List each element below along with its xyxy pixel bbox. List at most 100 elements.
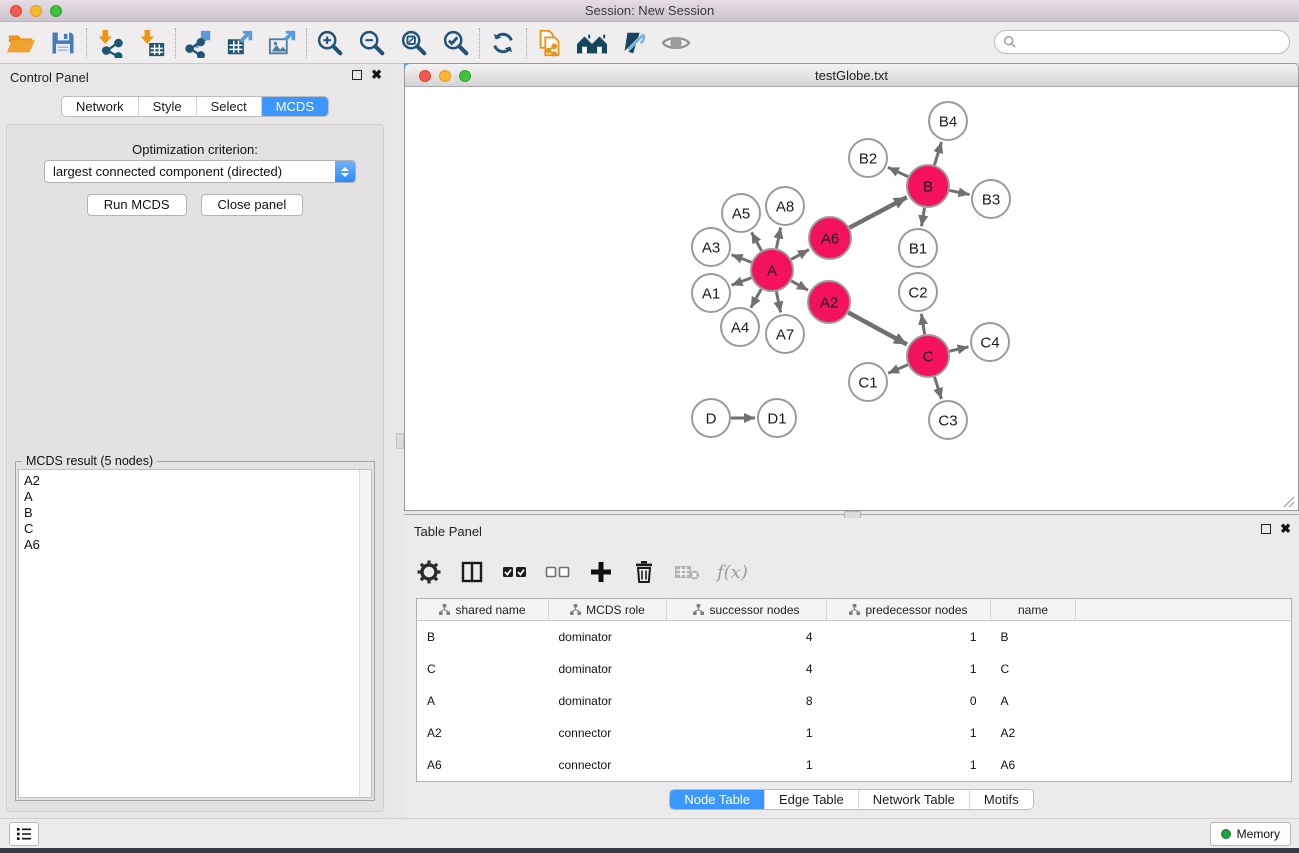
close-panel-button[interactable]: Close panel bbox=[201, 194, 304, 216]
column-header-shared-name[interactable]: shared name bbox=[417, 599, 549, 621]
table-cell[interactable]: A2 bbox=[991, 717, 1076, 749]
zoom-in-icon[interactable] bbox=[309, 25, 351, 61]
search-field[interactable] bbox=[994, 30, 1290, 54]
table-row[interactable]: A2connector11A2 bbox=[417, 717, 1292, 749]
tab-network-table[interactable]: Network Table bbox=[858, 790, 969, 809]
table-cell[interactable]: 4 bbox=[667, 621, 827, 653]
mcds-result-item[interactable]: C bbox=[24, 521, 371, 537]
node-A3[interactable]: A3 bbox=[692, 228, 730, 266]
import-network-icon[interactable] bbox=[89, 25, 131, 61]
node-B2[interactable]: B2 bbox=[849, 139, 887, 177]
zoom-out-icon[interactable] bbox=[351, 25, 393, 61]
column-visibility-icon[interactable] bbox=[459, 559, 485, 585]
memory-button[interactable]: Memory bbox=[1210, 822, 1291, 846]
table-cell[interactable]: A bbox=[991, 685, 1076, 717]
node-C[interactable]: C bbox=[907, 335, 949, 377]
select-all-rows-icon[interactable] bbox=[502, 559, 528, 585]
column-header-successor-nodes[interactable]: successor nodes bbox=[667, 599, 827, 621]
home-neighborhood-icon[interactable] bbox=[571, 25, 613, 61]
list-scrollbar[interactable] bbox=[359, 470, 371, 797]
edge-A-A8[interactable] bbox=[776, 228, 780, 249]
network-graph[interactable]: B4B2BB3A5A8A6A3B1AA1C2A2A4A7C4CC1C3DD1 bbox=[406, 88, 1297, 510]
edge-B-B2[interactable] bbox=[888, 167, 908, 176]
edge-A6-B[interactable] bbox=[849, 197, 906, 227]
criterion-dropdown[interactable]: largest connected component (directed) bbox=[44, 160, 356, 183]
node-A[interactable]: A bbox=[751, 249, 793, 291]
node-D[interactable]: D bbox=[692, 399, 730, 437]
table-cell[interactable]: 8 bbox=[667, 685, 827, 717]
settings-gear-icon[interactable] bbox=[416, 559, 442, 585]
node-D1[interactable]: D1 bbox=[758, 399, 796, 437]
edge-B-B3[interactable] bbox=[950, 190, 970, 194]
table-cell[interactable]: 1 bbox=[827, 749, 991, 781]
edge-A-A1[interactable] bbox=[732, 278, 752, 285]
table-cell[interactable]: A6 bbox=[991, 749, 1076, 781]
table-cell[interactable]: 1 bbox=[667, 717, 827, 749]
network-close-button[interactable] bbox=[419, 70, 431, 82]
mcds-result-item[interactable]: A bbox=[24, 489, 371, 505]
edge-C-C4[interactable] bbox=[949, 347, 968, 351]
node-A4[interactable]: A4 bbox=[721, 308, 759, 346]
node-A1[interactable]: A1 bbox=[692, 274, 730, 312]
node-A7[interactable]: A7 bbox=[766, 315, 804, 353]
edge-B-B4[interactable] bbox=[934, 142, 941, 165]
table-cell[interactable]: A2 bbox=[417, 717, 549, 749]
delete-table-icon[interactable] bbox=[674, 559, 700, 585]
export-image-icon[interactable] bbox=[262, 25, 304, 61]
table-cell[interactable]: B bbox=[991, 621, 1076, 653]
tab-select[interactable]: Select bbox=[196, 97, 261, 116]
node-B[interactable]: B bbox=[907, 165, 949, 207]
table-cell[interactable]: 1 bbox=[827, 653, 991, 685]
edge-C-C2[interactable] bbox=[921, 314, 924, 335]
table-cell[interactable]: C bbox=[991, 653, 1076, 685]
vertical-divider-handle[interactable] bbox=[396, 433, 404, 449]
tab-network[interactable]: Network bbox=[62, 97, 138, 116]
zoom-selected-icon[interactable] bbox=[435, 25, 477, 61]
table-row[interactable]: A6connector11A6 bbox=[417, 749, 1292, 781]
table-cell[interactable]: A6 bbox=[417, 749, 549, 781]
node-C2[interactable]: C2 bbox=[899, 273, 937, 311]
column-header-mcds-role[interactable]: MCDS role bbox=[549, 599, 667, 621]
tab-mcds[interactable]: MCDS bbox=[261, 97, 328, 116]
table-cell[interactable]: dominator bbox=[549, 621, 667, 653]
table-row[interactable]: Cdominator41C bbox=[417, 653, 1292, 685]
resize-grip-icon[interactable] bbox=[1281, 494, 1295, 508]
mcds-result-item[interactable]: A2 bbox=[24, 473, 371, 489]
run-mcds-button[interactable]: Run MCDS bbox=[87, 194, 187, 216]
edge-A-A3[interactable] bbox=[732, 255, 752, 262]
table-cell[interactable]: B bbox=[417, 621, 549, 653]
save-session-icon[interactable] bbox=[42, 25, 84, 61]
task-history-button[interactable] bbox=[9, 822, 39, 846]
edge-C-C1[interactable] bbox=[888, 365, 908, 374]
node-B4[interactable]: B4 bbox=[929, 102, 967, 140]
duplicate-network-icon[interactable] bbox=[529, 25, 571, 61]
edge-A-A6[interactable] bbox=[791, 250, 809, 260]
table-cell[interactable]: A bbox=[417, 685, 549, 717]
node-B1[interactable]: B1 bbox=[899, 229, 937, 267]
close-window-button[interactable] bbox=[10, 5, 22, 17]
tab-motifs[interactable]: Motifs bbox=[969, 790, 1033, 809]
mcds-result-list[interactable]: A2ABCA6 bbox=[18, 469, 372, 798]
column-header-predecessor-nodes[interactable]: predecessor nodes bbox=[827, 599, 991, 621]
table-row[interactable]: Bdominator41B bbox=[417, 621, 1292, 653]
close-panel-icon[interactable]: ✖ bbox=[371, 70, 382, 80]
edge-A-A4[interactable] bbox=[751, 289, 761, 308]
node-A8[interactable]: A8 bbox=[766, 187, 804, 225]
hide-labels-icon[interactable] bbox=[613, 25, 655, 61]
table-cell[interactable]: 1 bbox=[667, 749, 827, 781]
table-cell[interactable]: dominator bbox=[549, 685, 667, 717]
minimize-window-button[interactable] bbox=[30, 5, 42, 17]
export-network-icon[interactable] bbox=[178, 25, 220, 61]
tab-edge-table[interactable]: Edge Table bbox=[764, 790, 858, 809]
table-cell[interactable]: 1 bbox=[827, 717, 991, 749]
export-table-icon[interactable] bbox=[220, 25, 262, 61]
search-input[interactable] bbox=[1017, 32, 1289, 52]
node-A6[interactable]: A6 bbox=[809, 217, 851, 259]
network-minimize-button[interactable] bbox=[439, 70, 451, 82]
network-canvas[interactable]: B4B2BB3A5A8A6A3B1AA1C2A2A4A7C4CC1C3DD1 bbox=[406, 88, 1297, 510]
mcds-result-item[interactable]: A6 bbox=[24, 537, 371, 553]
node-A2[interactable]: A2 bbox=[808, 281, 850, 323]
table-cell[interactable]: 1 bbox=[827, 621, 991, 653]
table-cell[interactable]: C bbox=[417, 653, 549, 685]
add-row-icon[interactable] bbox=[588, 559, 614, 585]
